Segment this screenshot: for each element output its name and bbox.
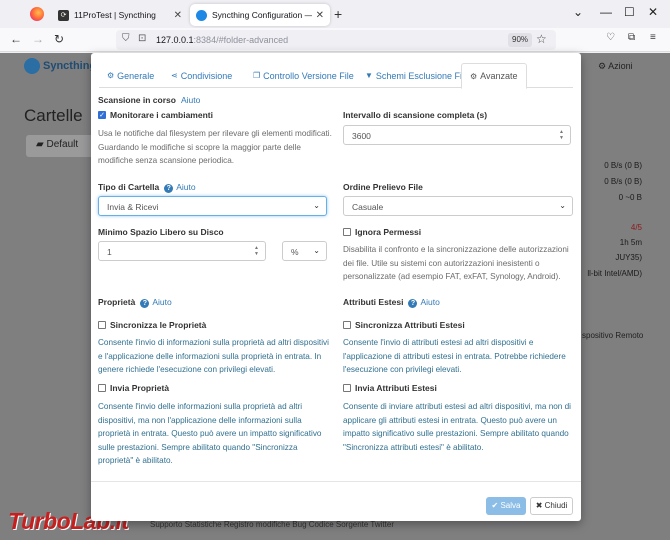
send-xattrs-checkbox[interactable]: Invia Attributi Estesi <box>343 383 437 393</box>
folder-settings-modal: ⚙ Generale ⋖ Condivisione ❐ Controllo Versi… <box>91 53 581 521</box>
rescan-interval-label: Intervallo di scansione completa (s) <box>343 110 488 120</box>
checkbox-checked-icon[interactable]: ✓ <box>98 111 106 119</box>
extensions-icon[interactable]: ⧉ <box>628 32 635 43</box>
folder-type-label: Tipo di Cartella? Aiuto <box>98 182 196 193</box>
tab-close-icon[interactable]: ✕ <box>174 10 182 21</box>
back-icon[interactable]: ← <box>10 32 22 46</box>
gear-icon: ⚙ <box>107 71 115 80</box>
min-disk-unit-select[interactable]: % ⌄ <box>282 241 327 261</box>
folder-type-select[interactable]: Invia & Ricevi ⌄ <box>98 196 327 216</box>
page-title: Cartelle <box>24 106 83 125</box>
sync-xattrs-desc: Consente l'invio di attributi estesi ad … <box>343 338 566 374</box>
tab-close-icon[interactable]: ✕ <box>316 10 324 21</box>
chevron-down-icon: ⌄ <box>313 246 320 255</box>
modal-footer: ✔ Salva ✖ Chiudi <box>91 481 581 521</box>
actions-menu[interactable]: ⚙ Azioni <box>598 61 633 72</box>
url-text[interactable]: 127.0.0.1:8384/#folder-advanced <box>156 35 288 45</box>
footer-links: Supporto Statistiche Registro modifiche … <box>150 520 394 529</box>
watch-changes-desc: Usa le notifiche dal filesystem per rile… <box>98 129 332 165</box>
filter-icon: ▼ <box>365 71 373 80</box>
tab-ignore-patterns[interactable]: ▼ Schemi Esclusione File <box>357 63 477 88</box>
xattrs-section-title: Attributi Estesi? Aiuto <box>343 297 440 308</box>
bg-fragment: 0 B/s (0 B) <box>604 161 642 170</box>
ownership-section-title: Proprietà? Aiuto <box>98 297 172 308</box>
ignore-permissions-desc: Disabilita il confronto e la sincronizza… <box>343 245 569 281</box>
cogs-icon: ⚙ <box>470 71 478 81</box>
folder-row[interactable]: ▰ Default <box>26 135 96 157</box>
bg-fragment: 4/5 <box>630 223 642 232</box>
sync-ownership-desc: Consente l'invio di informazioni sulla p… <box>98 338 329 374</box>
browser-navbar: ← → ↻ ⛉ ⊡ 127.0.0.1:8384/#folder-advance… <box>0 28 670 52</box>
send-xattrs-desc: Consente di inviare attributi estesi ad … <box>343 402 571 452</box>
pocket-icon[interactable]: ♡ <box>606 32 615 43</box>
bg-fragment: 0 ~0 B <box>618 193 642 202</box>
save-button[interactable]: ✔ Salva <box>486 497 526 515</box>
sync-ownership-checkbox[interactable]: Sincronizza le Proprietà <box>98 320 206 330</box>
checkbox-unchecked-icon[interactable] <box>98 321 106 329</box>
app-brand: Syncthing <box>24 58 96 74</box>
scan-section-title: Scansione in corso Aiuto <box>98 95 201 105</box>
min-disk-free-input[interactable]: 1 ▲ ▼ <box>98 241 266 261</box>
question-icon: ? <box>140 299 150 308</box>
browser-tab-2[interactable]: Syncthing Configuration — Syn ✕ <box>190 4 330 26</box>
tab-general[interactable]: ⚙ Generale <box>99 63 162 88</box>
bg-fragment: JUY35) <box>615 253 642 262</box>
minimize-icon[interactable]: — <box>600 5 612 19</box>
reload-icon[interactable]: ↻ <box>54 32 64 46</box>
bookmark-star-icon[interactable]: ☆ <box>536 32 547 46</box>
ignore-permissions-checkbox[interactable]: Ignora Permessi <box>343 227 421 237</box>
browser-tabstrip: ⟳ 11ProTest | Syncthing ✕ Syncthing Conf… <box>0 0 670 28</box>
sync-xattrs-checkbox[interactable]: Sincronizza Attributi Estesi <box>343 320 465 330</box>
scan-help-link[interactable]: Aiuto <box>181 95 200 105</box>
copy-icon: ❐ <box>253 71 261 80</box>
folder-type-help-link[interactable]: ? Aiuto <box>164 182 196 193</box>
bg-fragment: 0 B/s (0 B) <box>604 177 642 186</box>
syncthing-favicon-icon <box>196 9 207 21</box>
chevron-down-icon: ⌄ <box>313 201 320 210</box>
url-bar[interactable]: ⛉ ⊡ 127.0.0.1:8384/#folder-advanced 90% … <box>116 30 556 50</box>
bg-fragment: ll-bit Intel/AMD) <box>587 269 642 278</box>
modal-tabs: ⚙ Generale ⋖ Condivisione ❐ Controllo Versi… <box>99 63 573 89</box>
tab-list-icon[interactable]: ⌄ <box>573 5 583 19</box>
new-tab-icon[interactable]: + <box>334 6 342 22</box>
zoom-level[interactable]: 90% <box>508 33 533 47</box>
forward-icon[interactable]: → <box>32 32 44 46</box>
tab-sharing[interactable]: ⋖ Condivisione <box>163 63 240 88</box>
pull-order-select[interactable]: Casuale ⌄ <box>343 196 573 216</box>
rescan-interval-input[interactable]: 3600 ▲ ▼ <box>343 125 571 145</box>
page-info-icon[interactable]: ⊡ <box>138 33 146 44</box>
send-ownership-checkbox[interactable]: Invia Proprietà <box>98 383 169 393</box>
close-button[interactable]: ✖ Chiudi <box>530 497 573 515</box>
question-icon: ? <box>408 299 418 308</box>
checkbox-unchecked-icon[interactable] <box>343 321 351 329</box>
watch-changes-checkbox[interactable]: ✓ Monitorare i cambiamenti <box>98 110 213 120</box>
share-icon: ⋖ <box>171 71 178 80</box>
syncthing-logo-icon <box>24 58 40 74</box>
browser-tab-title: 11ProTest | Syncthing <box>74 10 156 20</box>
pull-order-label: Ordine Prelievo File <box>343 182 423 192</box>
xattrs-help-link[interactable]: ? Aiuto <box>408 297 440 308</box>
question-icon: ? <box>164 184 174 193</box>
ownership-help-link[interactable]: ? Aiuto <box>140 297 172 308</box>
browser-tab-title: Syncthing Configuration — Syn <box>212 10 312 20</box>
spinner-icon[interactable]: ▲ ▼ <box>253 245 260 257</box>
bg-fragment: 1h 5m <box>619 238 642 247</box>
window-close-icon[interactable]: ✕ <box>648 5 658 19</box>
checkbox-unchecked-icon[interactable] <box>98 384 106 392</box>
shield-icon[interactable]: ⛉ <box>122 33 130 44</box>
send-ownership-desc: Consente l'invio delle informazioni sull… <box>98 402 322 465</box>
add-remote-device-button[interactable]: spositivo Remoto <box>582 331 643 340</box>
min-disk-free-label: Minimo Spazio Libero su Disco <box>98 227 224 237</box>
menu-icon[interactable]: ≡ <box>650 32 656 43</box>
checkbox-unchecked-icon[interactable] <box>343 384 351 392</box>
firefox-logo-icon[interactable] <box>30 7 44 21</box>
syncthing-favicon-icon: ⟳ <box>58 9 69 21</box>
browser-tab-1[interactable]: ⟳ 11ProTest | Syncthing ✕ <box>52 4 188 26</box>
checkbox-unchecked-icon[interactable] <box>343 228 351 236</box>
maximize-icon[interactable]: ☐ <box>624 5 635 19</box>
tab-advanced[interactable]: ⚙ Avanzate <box>461 63 527 89</box>
tab-versioning[interactable]: ❐ Controllo Versione File <box>245 63 362 88</box>
chevron-down-icon: ⌄ <box>559 201 566 210</box>
spinner-icon[interactable]: ▲ ▼ <box>558 129 565 141</box>
